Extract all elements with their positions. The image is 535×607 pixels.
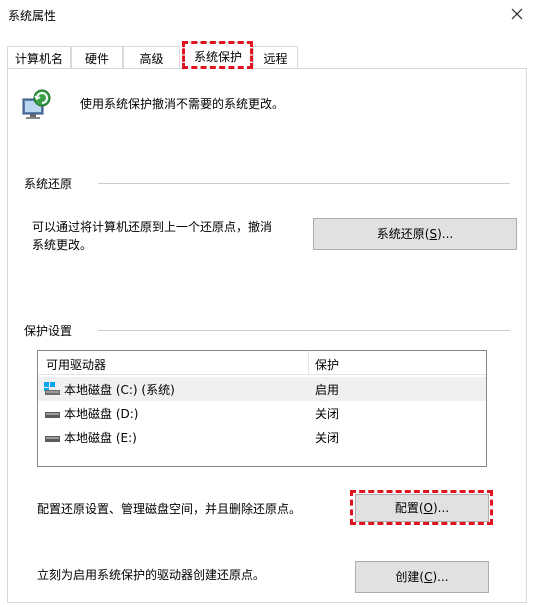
- tab-label: 高级: [139, 52, 164, 66]
- drive-status: 关闭: [315, 431, 340, 445]
- tab-label: 系统保护: [193, 50, 242, 64]
- intro-text: 使用系统保护撤消不需要的系统更改。: [80, 97, 285, 111]
- drive-status: 关闭: [315, 407, 340, 421]
- title-bar: 系统属性: [0, 0, 535, 30]
- button-suffix: )...: [432, 570, 449, 584]
- button-text: 配置(: [394, 501, 424, 515]
- tab-panel: [7, 68, 527, 603]
- tab-label: 远程: [263, 52, 288, 66]
- tab-remote[interactable]: 远程: [253, 46, 298, 69]
- column-separator[interactable]: [308, 351, 309, 375]
- drive-list[interactable]: 可用驱动器 保护 本地磁盘 (C:) (系统) 启用 本地磁盘 (D:) 关闭: [37, 350, 487, 467]
- column-header-protection[interactable]: 保护: [315, 356, 339, 373]
- button-suffix: )...: [437, 227, 454, 241]
- drive-name: 本地磁盘 (D:): [64, 407, 139, 421]
- button-accel-key: O: [423, 501, 433, 515]
- protection-group-label: 保护设置: [24, 322, 79, 339]
- drive-name: 本地磁盘 (E:): [64, 431, 137, 445]
- drive-icon: [44, 406, 60, 420]
- button-text: 系统还原(: [376, 227, 430, 241]
- tab-system-protection[interactable]: 系统保护: [183, 42, 253, 70]
- restore-group-label: 系统还原: [24, 175, 79, 192]
- button-accel-key: S: [429, 227, 438, 241]
- configure-button[interactable]: 配置(O)...: [355, 494, 489, 522]
- window-title: 系统属性: [8, 9, 57, 23]
- drive-name: 本地磁盘 (C:) (系统): [64, 383, 175, 397]
- protection-group-divider: [98, 330, 510, 331]
- create-button[interactable]: 创建(C)...: [355, 561, 489, 593]
- drive-row-d[interactable]: 本地磁盘 (D:) 关闭: [38, 401, 486, 425]
- tab-advanced[interactable]: 高级: [123, 46, 180, 69]
- create-description: 立刻为启用系统保护的驱动器创建还原点。: [37, 568, 266, 582]
- drive-status: 启用: [315, 383, 340, 397]
- drive-icon: [44, 430, 60, 444]
- button-suffix: )...: [433, 501, 450, 515]
- restore-group-divider: [98, 183, 510, 184]
- system-protection-icon: [20, 88, 52, 122]
- tab-computer-name[interactable]: 计算机名: [7, 46, 71, 69]
- system-drive-icon: [44, 382, 60, 396]
- button-text: 创建(: [395, 570, 425, 584]
- restore-description-line: 系统更改。: [32, 238, 93, 252]
- restore-description: 可以通过将计算机还原到上一个还原点，撤消 系统更改。: [32, 218, 272, 254]
- list-header: 可用驱动器 保护: [38, 351, 486, 375]
- tab-label: 计算机名: [14, 52, 63, 66]
- column-header-drive[interactable]: 可用驱动器: [46, 356, 106, 373]
- tab-label: 硬件: [84, 52, 109, 66]
- configure-description: 配置还原设置、管理磁盘空间，并且删除还原点。: [37, 502, 302, 516]
- drive-row-e[interactable]: 本地磁盘 (E:) 关闭: [38, 425, 486, 449]
- restore-description-line: 可以通过将计算机还原到上一个还原点，撤消: [32, 220, 273, 234]
- tab-strip: 计算机名 硬件 高级 系统保护 远程: [7, 42, 527, 70]
- tab-hardware[interactable]: 硬件: [71, 46, 123, 69]
- system-restore-button[interactable]: 系统还原(S)...: [313, 218, 517, 250]
- close-icon[interactable]: [505, 2, 529, 26]
- drive-row-c[interactable]: 本地磁盘 (C:) (系统) 启用: [38, 377, 486, 401]
